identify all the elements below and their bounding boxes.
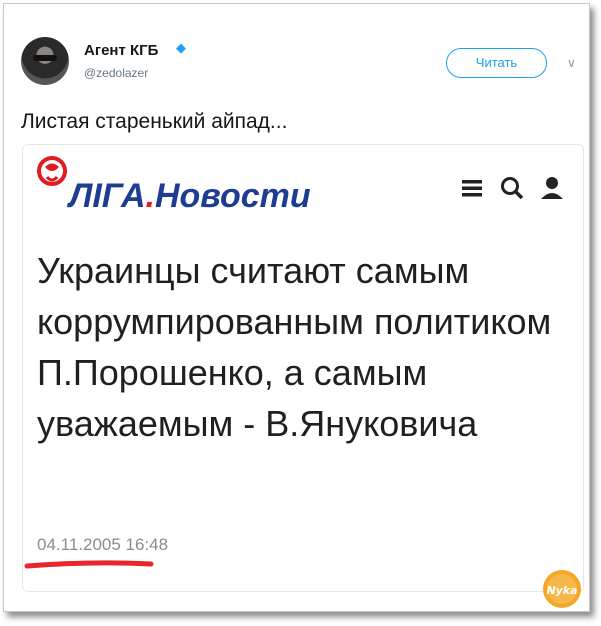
username[interactable]: Агент КГБ xyxy=(84,42,158,59)
svg-text:Nyka: Nyka xyxy=(546,584,577,597)
tweet-card: Агент КГБ ◆ @zedolazer Читать ∨ Листая с… xyxy=(3,3,590,612)
glasses-shape xyxy=(33,55,57,61)
site-nav-icons xyxy=(459,175,565,201)
user-icon[interactable] xyxy=(539,175,565,201)
liga-logo-text: ЛІГА.Новости xyxy=(69,177,311,216)
follow-button[interactable]: Читать xyxy=(446,48,547,78)
liga-logo: ЛІГА.Новости xyxy=(35,155,375,216)
tweet-image[interactable]: ЛІГА.Новости Украинцы считают самым корр… xyxy=(22,144,584,592)
avatar[interactable] xyxy=(21,37,69,85)
liga-logo-mark-icon xyxy=(37,156,67,186)
liga-logo-dot: . xyxy=(145,177,155,215)
liga-logo-main: ЛІГА xyxy=(69,177,146,215)
nyka-watermark-logo: Nyka xyxy=(543,570,581,608)
red-underline-mark xyxy=(24,560,154,569)
liga-logo-sub: Новости xyxy=(154,177,311,215)
verified-icon: ◆ xyxy=(176,40,186,55)
search-icon[interactable] xyxy=(499,175,525,201)
menu-icon[interactable] xyxy=(459,175,485,201)
article-headline: Украинцы считают самым коррумпированным … xyxy=(37,250,552,444)
article-date: 04.11.2005 16:48 xyxy=(37,535,169,554)
chevron-down-icon[interactable]: ∨ xyxy=(567,56,576,70)
user-handle[interactable]: @zedolazer xyxy=(84,66,148,80)
tweet-text: Листая старенький айпад... xyxy=(21,110,288,133)
